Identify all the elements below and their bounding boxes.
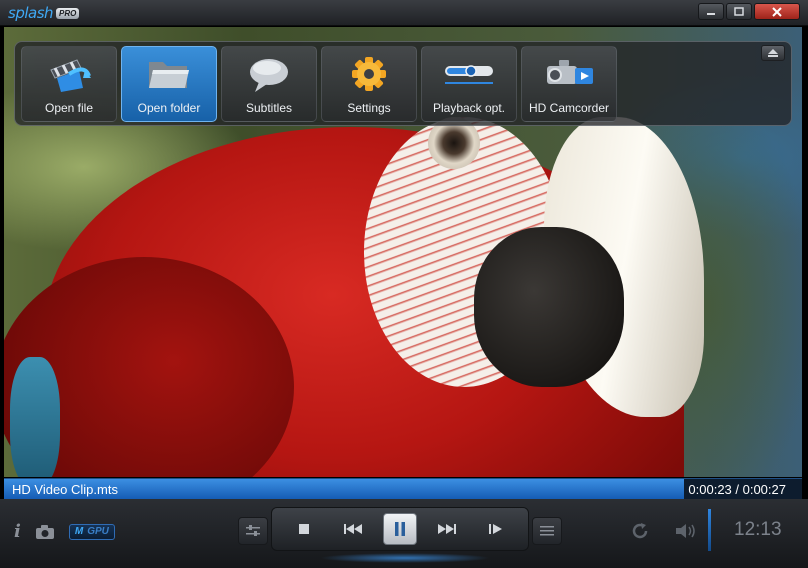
video-content-beak-lower <box>474 227 624 387</box>
main-toolbar: Open file Open folder Subtitles Settings… <box>14 41 792 126</box>
frame-step-button[interactable] <box>478 514 514 544</box>
collapse-toolbar-button[interactable] <box>761 45 785 61</box>
volume-icon[interactable] <box>674 521 698 541</box>
time-display: 0:00:23 / 0:00:27 <box>688 482 786 497</box>
logo-badge: PRO <box>56 7 80 19</box>
maximize-button[interactable] <box>726 3 752 20</box>
playback-options-button[interactable]: Playback opt. <box>421 46 517 122</box>
minimize-icon <box>707 12 715 15</box>
control-bar-left: i M GPU <box>14 521 115 542</box>
transport-glow <box>320 553 490 563</box>
stop-button[interactable] <box>286 514 322 544</box>
playlist-icon <box>540 526 554 536</box>
equalizer-button[interactable] <box>238 517 268 545</box>
clock: 12:13 <box>734 519 782 540</box>
settings-label: Settings <box>347 101 391 115</box>
mgpu-toggle[interactable]: M GPU <box>68 523 115 540</box>
skip-back-icon <box>343 524 362 534</box>
playback-options-label: Playback opt. <box>432 101 506 115</box>
hd-camcorder-button[interactable]: HD Camcorder <box>521 46 617 122</box>
minimize-button[interactable] <box>698 3 724 20</box>
app-logo: splash PRO <box>8 3 80 23</box>
mgpu-m-label: M <box>74 526 84 537</box>
info-icon[interactable]: i <box>14 521 21 542</box>
folder-icon <box>149 62 189 88</box>
skip-forward-icon <box>438 524 457 534</box>
seek-bar[interactable]: HD Video Clip.mts 0:00:23 / 0:00:27 <box>4 478 802 499</box>
close-button[interactable] <box>754 3 800 20</box>
equalizer-icon <box>246 525 260 536</box>
speech-bubble-icon <box>250 59 288 92</box>
next-button[interactable] <box>429 514 465 544</box>
pause-button[interactable] <box>382 513 417 545</box>
open-file-button[interactable]: Open file <box>21 46 117 122</box>
control-bar: i M GPU 12:13 <box>0 499 808 568</box>
stop-icon <box>299 524 310 534</box>
pause-icon <box>394 522 405 536</box>
repeat-icon[interactable] <box>630 521 650 541</box>
clapper-board-icon <box>50 59 91 92</box>
close-icon <box>772 6 782 17</box>
open-folder-label: Open folder <box>137 101 201 115</box>
video-content-wing-blue <box>10 357 60 477</box>
gear-icon <box>352 57 386 91</box>
hd-camcorder-label: HD Camcorder <box>528 101 609 115</box>
title-bar: splash PRO <box>0 0 808 26</box>
open-file-label: Open file <box>44 101 94 115</box>
window-controls <box>698 3 800 20</box>
settings-button[interactable]: Settings <box>321 46 417 122</box>
eject-icon <box>768 49 778 57</box>
logo-text: splash <box>8 4 54 22</box>
slider-icon <box>445 65 493 84</box>
open-folder-button[interactable]: Open folder <box>121 46 217 122</box>
maximize-icon <box>734 6 744 16</box>
subtitles-label: Subtitles <box>245 101 293 115</box>
camcorder-icon <box>547 60 593 84</box>
step-forward-icon <box>488 524 502 534</box>
playlist-button[interactable] <box>532 517 562 545</box>
snapshot-camera-icon[interactable] <box>35 524 55 540</box>
transport-controls <box>271 507 529 551</box>
volume-slider[interactable] <box>708 509 711 551</box>
subtitles-button[interactable]: Subtitles <box>221 46 317 122</box>
file-name: HD Video Clip.mts <box>12 482 118 497</box>
mgpu-gpu-label: GPU <box>87 526 109 537</box>
previous-button[interactable] <box>335 514 371 544</box>
